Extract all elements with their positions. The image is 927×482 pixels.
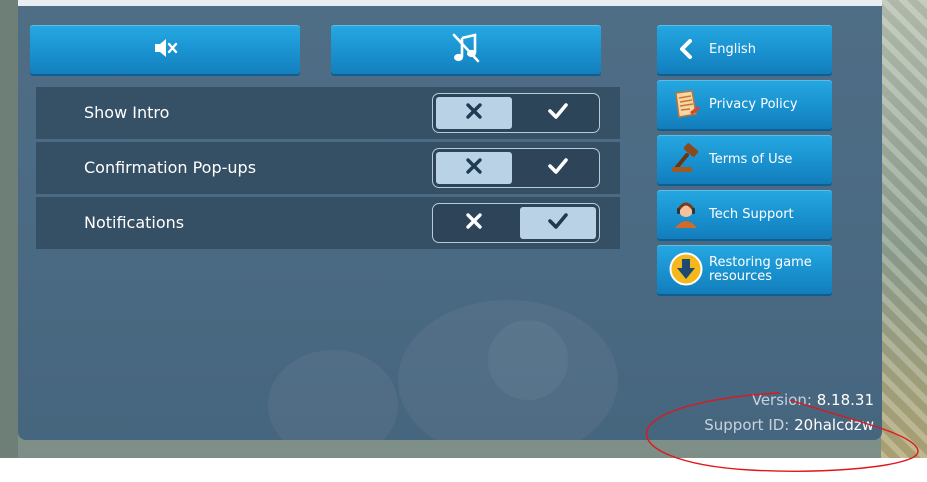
terms-of-use-label: Terms of Use — [709, 151, 793, 167]
document-icon — [669, 87, 703, 121]
checkmark-icon — [547, 157, 569, 179]
music-muted-icon — [451, 32, 481, 68]
background-shape — [268, 350, 398, 440]
music-toggle-button[interactable] — [331, 25, 601, 74]
toggle-off-option[interactable] — [436, 97, 512, 129]
support-agent-icon — [669, 197, 703, 231]
show-intro-toggle[interactable] — [432, 93, 600, 133]
toggle-on-option[interactable] — [520, 152, 596, 184]
restore-resources-label: Restoring game resources — [709, 254, 812, 284]
tech-support-label: Tech Support — [709, 206, 794, 222]
toggle-off-option[interactable] — [436, 152, 512, 184]
terms-of-use-button[interactable]: Terms of Use — [657, 135, 832, 184]
privacy-policy-button[interactable]: Privacy Policy — [657, 80, 832, 129]
speaker-muted-icon — [152, 35, 178, 65]
background-shape — [488, 320, 568, 400]
toggle-off-option[interactable] — [436, 207, 512, 239]
support-id-value: 20halcdzw — [794, 416, 874, 434]
version-label: Version: — [751, 391, 812, 409]
confirmation-popups-toggle[interactable] — [432, 148, 600, 188]
version-value: 8.18.31 — [816, 391, 874, 409]
x-icon — [465, 102, 483, 124]
x-icon — [465, 157, 483, 179]
support-id-label: Support ID: — [704, 416, 790, 434]
privacy-policy-label: Privacy Policy — [709, 96, 798, 112]
language-button[interactable]: English — [657, 25, 832, 74]
language-label: English — [709, 41, 756, 57]
setting-row-notifications: Notifications — [36, 197, 620, 249]
toggle-on-option[interactable] — [520, 97, 596, 129]
setting-row-confirmation-popups: Confirmation Pop-ups — [36, 142, 620, 194]
gavel-icon — [669, 142, 703, 176]
toggle-on-option[interactable] — [520, 207, 596, 239]
setting-row-show-intro: Show Intro — [36, 87, 620, 139]
checkmark-icon — [547, 212, 569, 234]
checkmark-icon — [547, 102, 569, 124]
setting-label: Confirmation Pop-ups — [84, 158, 257, 177]
sound-effects-toggle-button[interactable] — [30, 25, 300, 74]
setting-label: Notifications — [84, 213, 185, 232]
x-icon — [465, 212, 483, 234]
support-id-info: Support ID: 20halcdzw — [704, 416, 874, 434]
tech-support-button[interactable]: Tech Support — [657, 190, 832, 239]
version-info: Version: 8.18.31 — [752, 391, 874, 409]
download-icon — [669, 252, 703, 286]
setting-label: Show Intro — [84, 103, 170, 122]
notifications-toggle[interactable] — [432, 203, 600, 243]
restore-resources-button[interactable]: Restoring game resources — [657, 245, 832, 294]
chevron-left-icon — [669, 32, 703, 66]
